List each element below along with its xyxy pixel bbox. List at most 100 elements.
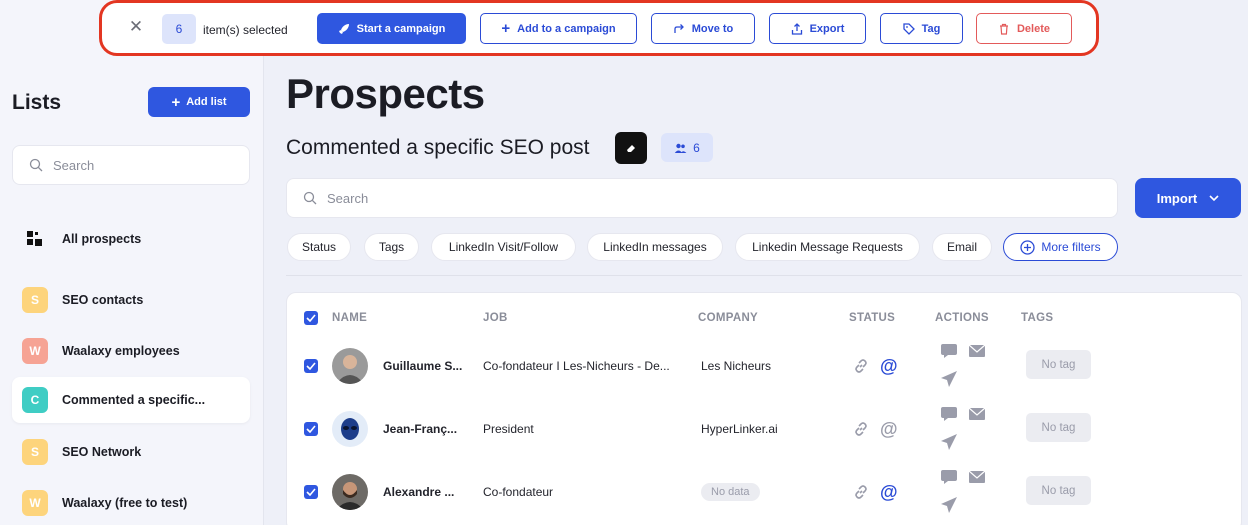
filter-linkedin-visit[interactable]: LinkedIn Visit/Follow — [431, 233, 576, 261]
plus-circle-icon — [1020, 239, 1035, 255]
sidebar-item-label: Commented a specific... — [62, 393, 206, 407]
sidebar-item-seo-network[interactable]: S SEO Network — [12, 429, 250, 475]
row-checkbox[interactable] — [304, 422, 318, 436]
prospect-count: 6 — [693, 140, 700, 155]
avatar[interactable] — [332, 474, 368, 510]
mail-icon[interactable] — [968, 344, 986, 358]
column-header-job[interactable]: JOB — [483, 312, 508, 324]
list-badge: W — [22, 490, 48, 516]
send-icon[interactable] — [940, 433, 958, 451]
sidebar-item-commented-seo-post[interactable]: C Commented a specific... — [12, 377, 250, 423]
prospect-name[interactable]: Alexandre ... — [383, 485, 467, 499]
import-label: Import — [1156, 190, 1198, 206]
no-tag-badge[interactable]: No tag — [1026, 413, 1091, 442]
delete-button[interactable]: Delete — [976, 13, 1072, 44]
prospect-count-pill: 6 — [661, 133, 713, 162]
prospect-job: President — [483, 422, 534, 436]
check-icon — [306, 314, 316, 322]
move-to-label: Move to — [691, 22, 734, 35]
send-icon[interactable] — [940, 370, 958, 388]
linkedin-message-icon[interactable] — [940, 343, 958, 359]
add-to-campaign-label: Add to a campaign — [517, 22, 616, 35]
mail-icon[interactable] — [968, 470, 986, 484]
select-all-checkbox[interactable] — [304, 311, 318, 325]
search-icon — [303, 191, 317, 205]
link-icon[interactable] — [852, 483, 870, 501]
users-icon — [674, 143, 687, 153]
avatar[interactable] — [332, 348, 368, 384]
link-icon[interactable] — [852, 357, 870, 375]
grid-icon — [22, 226, 48, 252]
start-campaign-label: Start a campaign — [356, 22, 446, 35]
row-checkbox[interactable] — [304, 359, 318, 373]
prospect-name[interactable]: Jean-Franç... — [383, 422, 467, 436]
sidebar-search-input[interactable]: Search — [12, 145, 250, 185]
add-list-label: Add list — [186, 96, 227, 108]
column-header-company[interactable]: COMPANY — [698, 312, 758, 324]
check-icon — [306, 425, 316, 433]
filter-linkedin-messages[interactable]: LinkedIn messages — [587, 233, 723, 261]
list-badge: S — [22, 287, 48, 313]
add-list-button[interactable]: + Add list — [148, 87, 250, 117]
more-filters-button[interactable]: More filters — [1003, 233, 1118, 261]
column-header-status[interactable]: STATUS — [849, 312, 895, 324]
send-icon[interactable] — [940, 496, 958, 514]
forward-arrow-icon — [674, 23, 684, 33]
add-to-campaign-button[interactable]: + Add to a campaign — [480, 13, 637, 44]
email-at-icon[interactable]: @ — [880, 419, 898, 440]
more-filters-label: More filters — [1041, 240, 1101, 254]
column-header-name[interactable]: NAME — [332, 312, 367, 324]
list-badge: C — [22, 387, 48, 413]
selected-count-badge: 6 — [162, 14, 196, 44]
sidebar-item-waalaxy-free[interactable]: W Waalaxy (free to test) — [12, 480, 250, 525]
prospect-company: HyperLinker.ai — [701, 422, 778, 436]
column-header-actions: ACTIONS — [935, 312, 989, 324]
chevron-down-icon — [1209, 194, 1219, 201]
filter-tags[interactable]: Tags — [364, 233, 419, 261]
filter-linkedin-message-requests[interactable]: Linkedin Message Requests — [735, 233, 920, 261]
filter-status[interactable]: Status — [287, 233, 351, 261]
sidebar-item-label: SEO Network — [62, 445, 142, 459]
sidebar-search-placeholder: Search — [53, 157, 95, 173]
link-icon[interactable] — [852, 420, 870, 438]
selection-action-bar: ✕ 6 item(s) selected Start a campaign + … — [99, 0, 1099, 56]
sidebar-item-label: Waalaxy (free to test) — [62, 496, 188, 510]
email-at-icon[interactable]: @ — [880, 356, 898, 377]
plus-icon: + — [171, 93, 181, 111]
avatar[interactable] — [332, 411, 368, 447]
sidebar-item-seo-contacts[interactable]: S SEO contacts — [12, 277, 250, 323]
no-tag-badge[interactable]: No tag — [1026, 476, 1091, 505]
prospect-search-placeholder: Search — [327, 190, 369, 206]
move-to-button[interactable]: Move to — [651, 13, 755, 44]
tag-icon — [902, 22, 915, 35]
import-button[interactable]: Import — [1135, 178, 1241, 218]
sidebar-item-label: Waalaxy employees — [62, 344, 180, 358]
tag-label: Tag — [921, 22, 941, 35]
no-data-badge: No data — [701, 483, 760, 501]
prospect-job: Co-fondateur I Les-Nicheurs - De... — [483, 359, 670, 373]
row-checkbox[interactable] — [304, 485, 318, 499]
check-icon — [306, 488, 316, 496]
filter-email[interactable]: Email — [932, 233, 992, 261]
export-icon — [791, 22, 802, 35]
start-campaign-button[interactable]: Start a campaign — [317, 13, 466, 44]
sidebar-item-label: All prospects — [62, 232, 142, 246]
email-at-icon[interactable]: @ — [880, 482, 898, 503]
trash-icon — [999, 23, 1008, 35]
close-icon[interactable]: ✕ — [126, 17, 146, 37]
no-tag-badge[interactable]: No tag — [1026, 350, 1091, 379]
sidebar-item-all-prospects[interactable]: All prospects — [12, 216, 250, 262]
divider — [286, 275, 1242, 276]
prospect-name[interactable]: Guillaume S... — [383, 359, 467, 373]
mail-icon[interactable] — [968, 407, 986, 421]
prospect-search-input[interactable]: Search — [286, 178, 1118, 218]
list-badge: W — [22, 338, 48, 364]
sidebar-item-waalaxy-employees[interactable]: W Waalaxy employees — [12, 328, 250, 374]
linkedin-message-icon[interactable] — [940, 406, 958, 422]
eraser-icon — [627, 145, 635, 152]
linkedin-message-icon[interactable] — [940, 469, 958, 485]
column-header-tags: TAGS — [1021, 312, 1054, 324]
export-button[interactable]: Export — [769, 13, 866, 44]
edit-list-button[interactable] — [615, 132, 647, 164]
tag-button[interactable]: Tag — [880, 13, 963, 44]
